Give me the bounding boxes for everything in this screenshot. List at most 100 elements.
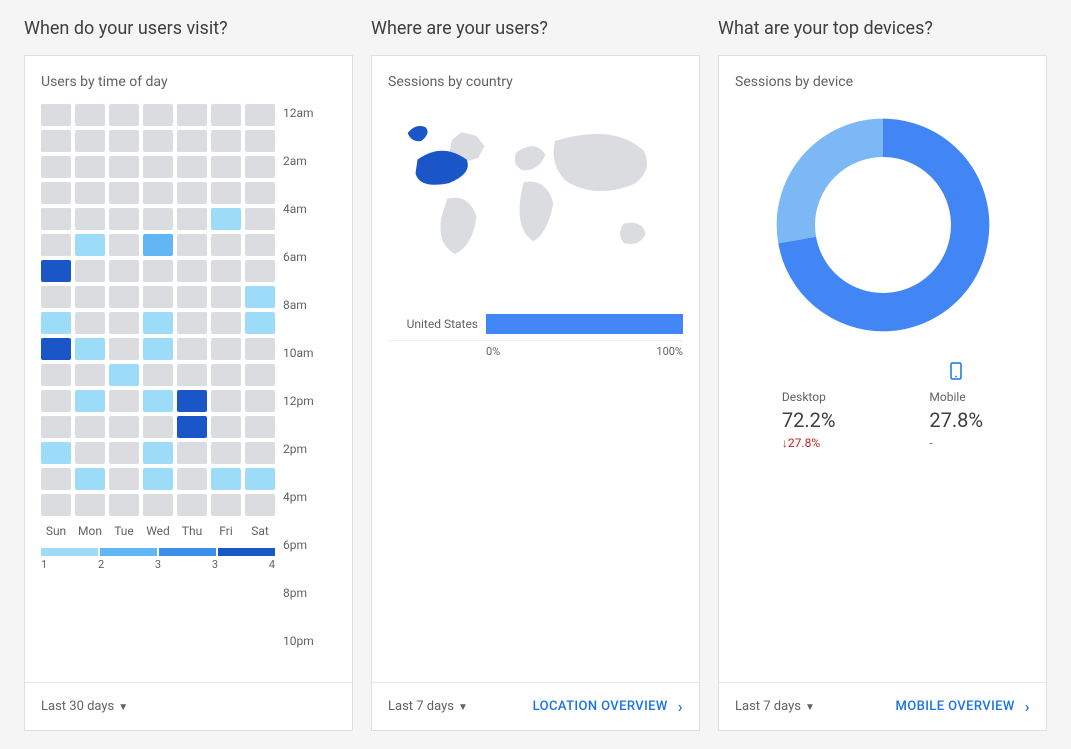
heatmap-cell xyxy=(245,468,275,490)
heatmap-cell xyxy=(211,208,241,230)
legend-tick: 1 xyxy=(41,558,47,571)
axis-tick-max: 100% xyxy=(656,345,683,358)
caret-down-icon: ▼ xyxy=(805,702,815,713)
heatmap-cell xyxy=(143,234,173,256)
heatmap-cell xyxy=(177,494,207,516)
heatmap-cell xyxy=(177,442,207,464)
heatmap-cell xyxy=(245,182,275,204)
heatmap-cell xyxy=(41,208,71,230)
heatmap-cell xyxy=(109,416,139,438)
heatmap-cell xyxy=(109,286,139,308)
heatmap-time-label: 12am xyxy=(283,106,314,154)
heatmap-cell xyxy=(75,156,105,178)
heatmap-cell xyxy=(177,182,207,204)
device-stat-mobile: Mobile 27.8% - xyxy=(929,362,983,450)
caret-down-icon: ▼ xyxy=(118,702,128,713)
devices-range-selector[interactable]: Last 7 days ▼ xyxy=(735,699,815,714)
heatmap-cell xyxy=(75,130,105,152)
visit-range-selector[interactable]: Last 30 days ▼ xyxy=(41,699,128,714)
heatmap-cell xyxy=(245,130,275,152)
heatmap-cell xyxy=(211,442,241,464)
heatmap-cell xyxy=(109,260,139,282)
heatmap-cell xyxy=(143,494,173,516)
heatmap-cell xyxy=(75,260,105,282)
map-region-united-states xyxy=(416,151,468,185)
device-desktop-delta: ↓27.8% xyxy=(782,436,836,450)
heatmap-cell xyxy=(41,390,71,412)
heatmap-cell xyxy=(177,208,207,230)
heatmap-cell xyxy=(211,182,241,204)
heatmap-cell xyxy=(109,338,139,360)
where-column: Where are your users? Sessions by countr… xyxy=(371,18,700,731)
visit-card-subtitle: Users by time of day xyxy=(41,74,336,90)
heatmap-cell xyxy=(177,312,207,334)
caret-down-icon: ▼ xyxy=(458,702,468,713)
mobile-overview-link[interactable]: MOBILE OVERVIEW › xyxy=(895,697,1030,716)
heatmap-cell xyxy=(211,286,241,308)
time-of-day-heatmap xyxy=(41,104,275,516)
heatmap-day-label: Fri xyxy=(211,524,241,538)
heatmap-cell xyxy=(41,312,71,334)
heatmap-day-labels: SunMonTueWedThuFriSat xyxy=(41,524,275,538)
heatmap-cell xyxy=(41,260,71,282)
where-range-selector[interactable]: Last 7 days ▼ xyxy=(388,699,468,714)
axis-tick-min: 0% xyxy=(486,345,500,358)
heatmap-cell xyxy=(41,286,71,308)
devices-card: Sessions by device Desktop 72 xyxy=(718,55,1047,731)
heatmap-cell xyxy=(143,364,173,386)
devices-card-subtitle: Sessions by device xyxy=(735,74,1030,90)
visit-range-label: Last 30 days xyxy=(41,699,114,714)
heatmap-time-label: 6am xyxy=(283,250,314,298)
heatmap-time-labels: 12am2am4am6am8am10am12pm2pm4pm6pm8pm10pm xyxy=(283,104,314,682)
world-map xyxy=(388,104,683,284)
heatmap-cell xyxy=(177,416,207,438)
heatmap-cell xyxy=(245,156,275,178)
heatmap-cell xyxy=(75,338,105,360)
heatmap-cell xyxy=(41,182,71,204)
heatmap-cell xyxy=(109,468,139,490)
device-stat-desktop: Desktop 72.2% ↓27.8% xyxy=(782,362,836,450)
location-overview-link[interactable]: LOCATION OVERVIEW › xyxy=(533,697,683,716)
heatmap-cell xyxy=(211,390,241,412)
heatmap-cell xyxy=(143,104,173,126)
heatmap-cell xyxy=(143,468,173,490)
heatmap-legend-ticks: 12334 xyxy=(41,558,275,571)
mobile-icon xyxy=(929,362,983,384)
heatmap-cell xyxy=(211,494,241,516)
heatmap-cell xyxy=(75,442,105,464)
heatmap-cell xyxy=(41,130,71,152)
visit-card: Users by time of day SunMonTueWedThuFriS… xyxy=(24,55,353,731)
heatmap-cell xyxy=(109,130,139,152)
heatmap-time-label: 4am xyxy=(283,202,314,250)
heatmap-cell xyxy=(245,208,275,230)
heatmap-cell xyxy=(109,390,139,412)
heatmap-cell xyxy=(143,312,173,334)
device-mobile-delta: - xyxy=(929,436,983,450)
desktop-icon xyxy=(782,362,836,384)
heatmap-cell xyxy=(143,338,173,360)
heatmap-cell xyxy=(177,468,207,490)
where-section-title: Where are your users? xyxy=(371,18,700,39)
heatmap-cell xyxy=(41,338,71,360)
heatmap-cell xyxy=(75,286,105,308)
heatmap-cell xyxy=(75,364,105,386)
chevron-right-icon: › xyxy=(678,697,683,716)
heatmap-time-label: 12pm xyxy=(283,394,314,442)
mobile-overview-label: MOBILE OVERVIEW xyxy=(895,699,1014,714)
heatmap-cell xyxy=(41,494,71,516)
heatmap-cell xyxy=(211,156,241,178)
devices-section-title: What are your top devices? xyxy=(718,18,1047,39)
heatmap-day-label: Sat xyxy=(245,524,275,538)
heatmap-cell xyxy=(211,312,241,334)
heatmap-time-label: 10am xyxy=(283,346,314,394)
heatmap-day-label: Tue xyxy=(109,524,139,538)
heatmap-cell xyxy=(109,104,139,126)
heatmap-cell xyxy=(245,312,275,334)
heatmap-cell xyxy=(211,260,241,282)
heatmap-time-label: 2am xyxy=(283,154,314,202)
devices-range-label: Last 7 days xyxy=(735,699,801,714)
heatmap-cell xyxy=(75,104,105,126)
heatmap-time-label: 8am xyxy=(283,298,314,346)
heatmap-cell xyxy=(75,208,105,230)
legend-tick: 2 xyxy=(98,558,104,571)
